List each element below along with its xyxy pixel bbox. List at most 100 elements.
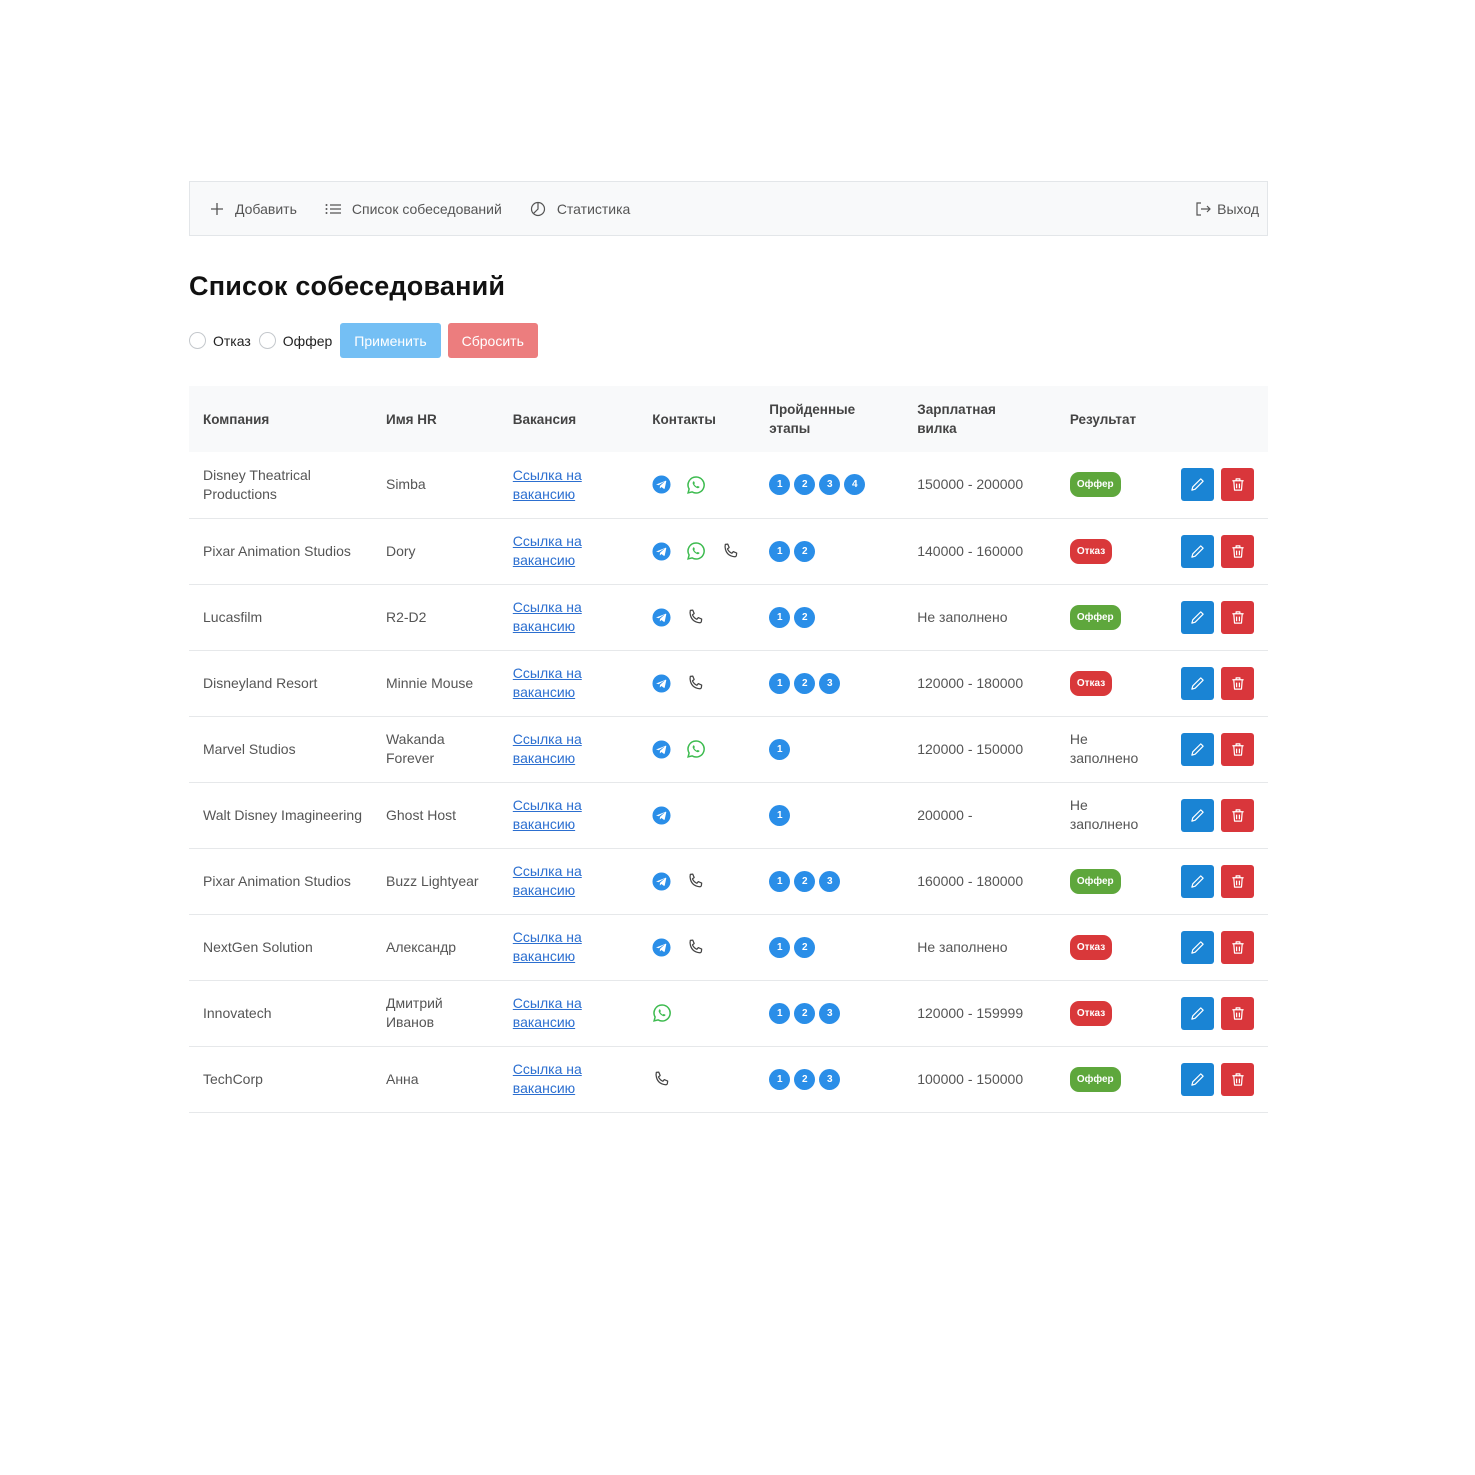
contact-whatsapp[interactable] xyxy=(686,475,706,495)
edit-button[interactable] xyxy=(1181,666,1214,700)
delete-button[interactable] xyxy=(1221,534,1254,568)
edit-button[interactable] xyxy=(1181,1062,1214,1096)
company-cell: Marvel Studios xyxy=(189,716,372,782)
contact-phone[interactable] xyxy=(721,542,740,561)
contacts-cell xyxy=(638,980,755,1046)
contact-telegram[interactable] xyxy=(652,937,671,957)
row-actions xyxy=(1167,732,1268,766)
vacancy-link[interactable]: Ссылка на вакансию xyxy=(513,796,585,834)
stage-badge: 1 xyxy=(769,474,791,496)
vacancy-link[interactable]: Ссылка на вакансию xyxy=(513,466,585,504)
reset-button[interactable]: Сбросить xyxy=(447,323,538,358)
nav-add[interactable]: Добавить xyxy=(210,201,297,217)
stages-group: 123 xyxy=(769,672,903,694)
vacancy-link[interactable]: Ссылка на вакансию xyxy=(513,928,585,966)
delete-button[interactable] xyxy=(1221,930,1254,964)
contact-telegram[interactable] xyxy=(652,607,671,627)
vacancy-link[interactable]: Ссылка на вакансию xyxy=(513,994,585,1032)
delete-button[interactable] xyxy=(1221,666,1254,700)
edit-button[interactable] xyxy=(1181,930,1214,964)
company-cell: NextGen Solution xyxy=(189,914,372,980)
trash-icon xyxy=(1231,478,1244,491)
pencil-icon xyxy=(1191,676,1204,690)
edit-button[interactable] xyxy=(1181,468,1214,502)
contact-phone[interactable] xyxy=(652,1070,671,1089)
contacts-cell xyxy=(638,650,755,716)
contacts-cell xyxy=(638,584,755,650)
stages-cell: 12 xyxy=(755,518,903,584)
header-contacts: Контакты xyxy=(652,411,716,427)
edit-button[interactable] xyxy=(1181,996,1214,1030)
stage-badge: 1 xyxy=(769,672,791,694)
delete-button[interactable] xyxy=(1221,798,1254,832)
contact-telegram[interactable] xyxy=(652,475,671,494)
vacancy-link[interactable]: Ссылка на вакансию xyxy=(513,598,585,636)
contacts-cell xyxy=(638,452,755,518)
contact-whatsapp[interactable] xyxy=(652,1003,672,1023)
delete-button[interactable] xyxy=(1221,996,1254,1030)
vacancy-link[interactable]: Ссылка на вакансию xyxy=(513,664,585,702)
stages-group: 123 xyxy=(769,870,903,892)
company-cell: Walt Disney Imagineering xyxy=(189,782,372,848)
hr-name: Wakanda Forever xyxy=(385,731,445,766)
vacancy-link[interactable]: Ссылка на вакансию xyxy=(513,730,585,768)
nav-add-label: Добавить xyxy=(235,200,297,217)
company-cell: TechCorp xyxy=(189,1046,372,1112)
offer-radio[interactable] xyxy=(258,332,276,349)
contact-telegram[interactable] xyxy=(652,541,671,561)
edit-button[interactable] xyxy=(1181,600,1214,634)
stages-group: 12 xyxy=(769,936,903,958)
phone-icon xyxy=(689,938,703,953)
actions-cell xyxy=(1153,782,1268,848)
contact-telegram[interactable] xyxy=(652,871,671,891)
salary-range: 120000 - 150000 xyxy=(917,740,1024,757)
contact-phone[interactable] xyxy=(686,674,705,693)
edit-button[interactable] xyxy=(1181,864,1214,898)
telegram-icon xyxy=(652,607,671,627)
contact-telegram[interactable] xyxy=(652,739,671,759)
edit-button[interactable] xyxy=(1181,798,1214,832)
delete-button[interactable] xyxy=(1221,864,1254,898)
reject-radio[interactable] xyxy=(189,332,206,349)
contacts-cell xyxy=(638,782,755,848)
salary-range: 120000 - 159999 xyxy=(917,1004,1024,1021)
phone-icon xyxy=(689,674,703,689)
trash-icon xyxy=(1231,1072,1244,1086)
stages-cell: 1234 xyxy=(755,452,903,518)
table-header-row: Компания Имя HR Вакансия Контакты Пройде… xyxy=(189,386,1268,452)
contact-phone[interactable] xyxy=(686,608,705,627)
nav-interview-list[interactable]: Список собеседований xyxy=(325,201,502,217)
salary-cell: 120000 - 180000 xyxy=(903,650,1056,716)
company-name: Walt Disney Imagineering xyxy=(203,806,362,823)
contacts-cell xyxy=(638,848,755,914)
delete-button[interactable] xyxy=(1221,468,1254,502)
contact-phone[interactable] xyxy=(686,872,705,891)
contact-whatsapp[interactable] xyxy=(686,739,706,759)
contact-telegram[interactable] xyxy=(652,673,671,693)
hr-cell: Анна xyxy=(372,1046,499,1112)
apply-button[interactable]: Применить xyxy=(340,323,441,358)
contact-telegram[interactable] xyxy=(652,805,671,825)
company-name: Disney Theatrical Productions xyxy=(203,466,311,502)
telegram-icon xyxy=(652,871,671,891)
stages-group: 1234 xyxy=(769,474,903,496)
contact-whatsapp[interactable] xyxy=(686,541,706,561)
vacancy-link[interactable]: Ссылка на вакансию xyxy=(513,1060,585,1098)
result-cell: Не заполнено xyxy=(1056,716,1153,782)
stages-cell: 123 xyxy=(755,848,903,914)
logout-icon xyxy=(1196,201,1211,216)
nav-statistics[interactable]: Статистика xyxy=(530,201,630,217)
vacancy-link[interactable]: Ссылка на вакансию xyxy=(513,862,585,900)
delete-button[interactable] xyxy=(1221,600,1254,634)
edit-button[interactable] xyxy=(1181,732,1214,766)
vacancy-link[interactable]: Ссылка на вакансию xyxy=(513,532,585,570)
hr-name: Minnie Mouse xyxy=(385,674,474,691)
header-result: Результат xyxy=(1069,411,1137,427)
result-cell: Оффер xyxy=(1056,1046,1153,1112)
logout-link[interactable]: Выход xyxy=(1195,201,1259,217)
delete-button[interactable] xyxy=(1221,1062,1254,1096)
contact-phone[interactable] xyxy=(686,938,705,957)
edit-button[interactable] xyxy=(1181,534,1214,568)
delete-button[interactable] xyxy=(1221,732,1254,766)
stages-cell: 123 xyxy=(755,650,903,716)
